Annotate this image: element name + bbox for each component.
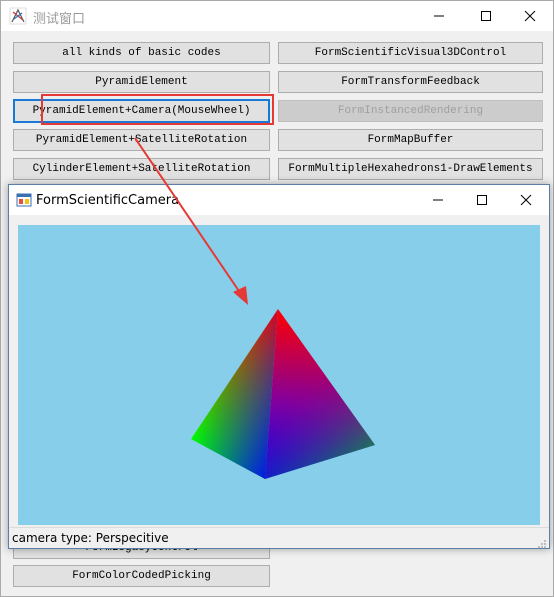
- basic-codes-button[interactable]: all kinds of basic codes: [13, 42, 270, 64]
- camera-minimize-button[interactable]: [415, 185, 461, 215]
- minimize-icon: [434, 15, 444, 17]
- camera-maximize-button[interactable]: [459, 185, 505, 215]
- status-bar: camera type: Perspecitive: [9, 527, 549, 548]
- main-title-bar[interactable]: 测试窗口: [1, 1, 553, 31]
- maximize-icon: [481, 11, 491, 21]
- app-logo-icon: [9, 7, 27, 25]
- window-title: 测试窗口: [33, 12, 86, 27]
- resize-grip-icon[interactable]: [537, 536, 547, 548]
- multiple-hexahedrons-button[interactable]: FormMultipleHexahedrons1-DrawElements: [278, 158, 543, 180]
- minimize-button[interactable]: [416, 1, 462, 31]
- camera-window: FormScientificCamera camera type: Perspe…: [8, 184, 550, 549]
- map-buffer-button[interactable]: FormMapBuffer: [278, 129, 543, 151]
- camera-title-bar[interactable]: FormScientificCamera: [9, 185, 549, 215]
- instanced-rendering-button[interactable]: FormInstancedRendering: [278, 100, 543, 122]
- minimize-icon: [433, 199, 443, 201]
- pyramid-satellite-button[interactable]: PyramidElement+SatelliteRotation: [13, 129, 270, 151]
- scientific-visual-3d-button[interactable]: FormScientificVisual3DControl: [278, 42, 543, 64]
- camera-close-button[interactable]: [503, 185, 549, 215]
- close-icon: [520, 194, 532, 206]
- camera-type-status: camera type: Perspecitive: [12, 531, 169, 545]
- color-coded-picking-button[interactable]: FormColorCodedPicking: [13, 565, 270, 587]
- maximize-button[interactable]: [463, 1, 509, 31]
- windows-form-icon: [16, 192, 32, 208]
- close-icon: [524, 10, 536, 22]
- pyramid-element-button[interactable]: PyramidElement: [13, 71, 270, 93]
- highlight-box: [41, 94, 274, 125]
- cylinder-satellite-button[interactable]: CylinderElement+SatelliteRotation: [13, 158, 270, 180]
- opengl-canvas[interactable]: [18, 225, 540, 525]
- close-button[interactable]: [507, 1, 553, 31]
- camera-window-title: FormScientificCamera: [36, 193, 180, 208]
- maximize-icon: [477, 195, 487, 205]
- transform-feedback-button[interactable]: FormTransformFeedback: [278, 71, 543, 93]
- pyramid-render: [191, 309, 375, 479]
- pyramid: [191, 309, 375, 479]
